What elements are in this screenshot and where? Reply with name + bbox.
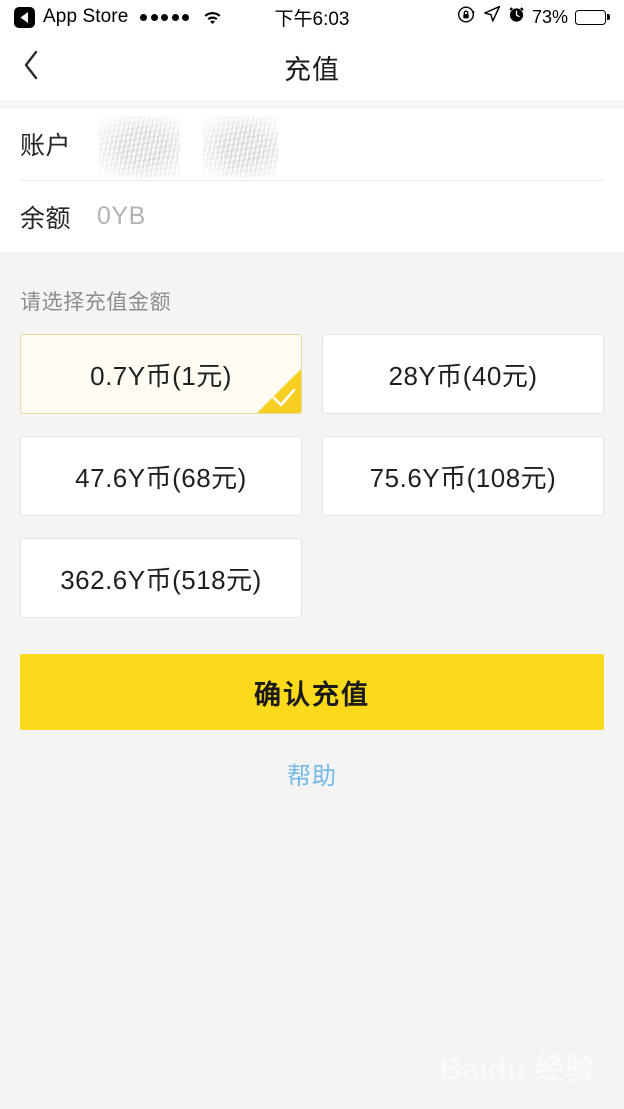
page-title: 充值 (284, 54, 340, 85)
status-bar-right: 73% (457, 5, 610, 30)
app-screen: App Store 下午6:03 73% 充值 账户 余额 0YB 请选择充值金… (0, 0, 624, 1109)
balance-row: 余额 0YB (20, 180, 604, 252)
amount-option-1[interactable]: 28Y币(40元) (322, 334, 604, 414)
status-bar: App Store 下午6:03 73% (0, 0, 624, 34)
status-bar-left: App Store (14, 6, 223, 28)
battery-percent-label: 73% (531, 6, 569, 27)
balance-value: 0YB (97, 202, 146, 230)
amount-option-label: 0.7Y币(1元) (90, 360, 232, 391)
amount-grid: 0.7Y币(1元) 28Y币(40元) 47.6Y币(68元) 75.6Y币(1… (20, 334, 604, 618)
account-redaction-scribble (96, 116, 296, 178)
account-label: 账户 (20, 132, 72, 160)
back-chevron-icon[interactable] (14, 6, 35, 28)
amount-option-2[interactable]: 47.6Y币(68元) (20, 436, 302, 516)
help-link[interactable]: 帮助 (287, 763, 337, 790)
rotation-lock-icon (457, 5, 476, 30)
account-row: 账户 (20, 108, 604, 180)
battery-icon (575, 9, 610, 25)
help-link-wrap: 帮助 (0, 730, 624, 791)
amount-option-4[interactable]: 362.6Y币(518元) (20, 538, 302, 618)
account-panel: 账户 余额 0YB (0, 108, 624, 252)
location-arrow-icon (483, 5, 501, 29)
nav-bar: 充值 (0, 34, 624, 100)
confirm-button-wrap: 确认充值 (0, 618, 624, 730)
amounts-section: 请选择充值金额 0.7Y币(1元) 28Y币(40元) 47.6Y币(68元) … (0, 252, 624, 618)
amount-option-label: 47.6Y币(68元) (75, 462, 247, 493)
confirm-recharge-button[interactable]: 确认充值 (20, 654, 604, 730)
balance-label: 余额 (20, 204, 72, 233)
page-filler (0, 791, 624, 1109)
amount-option-3[interactable]: 75.6Y币(108元) (322, 436, 604, 516)
amount-option-label: 28Y币(40元) (388, 360, 538, 391)
amounts-section-label: 请选择充值金额 (20, 291, 172, 314)
amount-option-0[interactable]: 0.7Y币(1元) (20, 334, 302, 414)
amount-option-label: 75.6Y币(108元) (369, 462, 557, 493)
amount-option-label: 362.6Y币(518元) (60, 564, 262, 595)
check-mark-icon (257, 369, 301, 413)
alarm-clock-icon (508, 5, 525, 29)
nav-separator (0, 100, 624, 108)
wifi-icon (202, 9, 223, 25)
signal-strength-icon (140, 13, 190, 21)
carrier-label: App Store (43, 6, 129, 27)
